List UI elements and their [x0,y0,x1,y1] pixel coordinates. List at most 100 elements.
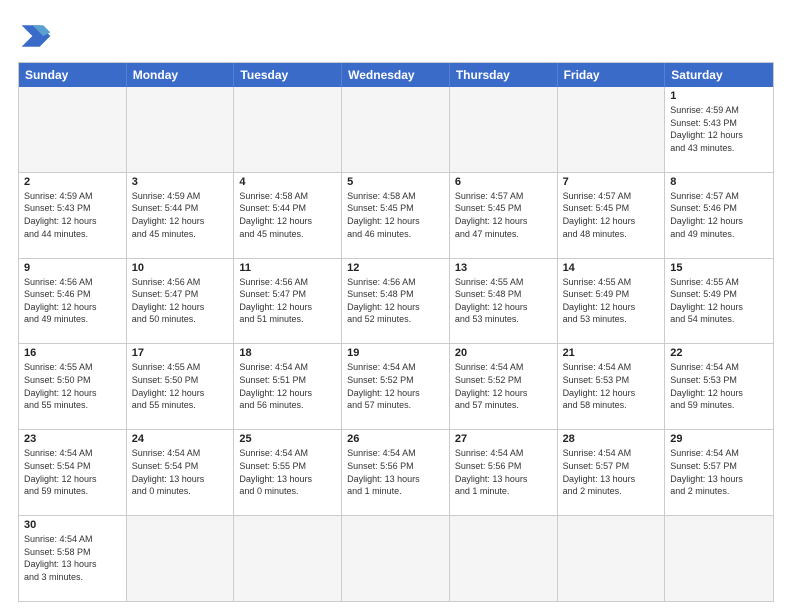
header-day-monday: Monday [127,63,235,87]
day-number: 7 [563,176,660,188]
day-info: Sunrise: 4:55 AM Sunset: 5:50 PM Dayligh… [24,361,121,411]
header-day-wednesday: Wednesday [342,63,450,87]
day-number: 29 [670,433,768,445]
calendar-week-3: 9Sunrise: 4:56 AM Sunset: 5:46 PM Daylig… [19,258,773,344]
empty-cell [234,516,342,601]
day-cell-20: 20 Sunrise: 4:54 AM Sunset: 5:52 PM Dayli… [450,344,558,429]
day-number: 3 [132,176,229,188]
day-info: Sunrise: 4:59 AM Sunset: 5:43 PM Dayligh… [24,190,121,240]
empty-cell [450,87,558,172]
day-info: Sunrise: 4:55 AM Sunset: 5:48 PM Dayligh… [455,276,552,326]
day-cell-1: 1 Sunrise: 4:59 AM Sunset: 5:43 PM Daylig… [665,87,773,172]
day-number: 11 [239,262,336,274]
day-info: Sunrise: 4:54 AM Sunset: 5:52 PM Dayligh… [347,361,444,411]
header-day-tuesday: Tuesday [234,63,342,87]
day-info: Sunrise: 4:54 AM Sunset: 5:57 PM Dayligh… [670,447,768,497]
calendar-week-1: 1 Sunrise: 4:59 AM Sunset: 5:43 PM Daylig… [19,87,773,172]
day-info: Sunrise: 4:59 AM Sunset: 5:44 PM Dayligh… [132,190,229,240]
day-cell-16: 16 Sunrise: 4:55 AM Sunset: 5:50 PM Dayli… [19,344,127,429]
empty-cell [127,87,235,172]
day-cell-2: 2 Sunrise: 4:59 AM Sunset: 5:43 PM Daylig… [19,173,127,258]
day-cell-22: 22Sunrise: 4:54 AM Sunset: 5:53 PM Dayli… [665,344,773,429]
day-number: 21 [563,347,660,359]
header-day-friday: Friday [558,63,666,87]
day-cell-30: 30Sunrise: 4:54 AM Sunset: 5:58 PM Dayli… [19,516,127,601]
day-number: 18 [239,347,336,359]
day-info: Sunrise: 4:56 AM Sunset: 5:47 PM Dayligh… [132,276,229,326]
day-number: 24 [132,433,229,445]
day-number: 6 [455,176,552,188]
calendar-week-4: 16 Sunrise: 4:55 AM Sunset: 5:50 PM Dayli… [19,343,773,429]
logo-icon [18,18,54,54]
day-info: Sunrise: 4:54 AM Sunset: 5:55 PM Dayligh… [239,447,336,497]
header-day-sunday: Sunday [19,63,127,87]
calendar-body: 1 Sunrise: 4:59 AM Sunset: 5:43 PM Daylig… [19,87,773,601]
empty-cell [450,516,558,601]
day-number: 23 [24,433,121,445]
day-number: 1 [670,90,768,102]
day-info: Sunrise: 4:55 AM Sunset: 5:50 PM Dayligh… [132,361,229,411]
day-info: Sunrise: 4:54 AM Sunset: 5:56 PM Dayligh… [455,447,552,497]
day-info: Sunrise: 4:55 AM Sunset: 5:49 PM Dayligh… [670,276,768,326]
day-number: 13 [455,262,552,274]
day-number: 14 [563,262,660,274]
day-cell-18: 18 Sunrise: 4:54 AM Sunset: 5:51 PM Dayli… [234,344,342,429]
header [18,18,774,54]
day-info: Sunrise: 4:54 AM Sunset: 5:54 PM Dayligh… [132,447,229,497]
day-info: Sunrise: 4:56 AM Sunset: 5:46 PM Dayligh… [24,276,121,326]
day-info: Sunrise: 4:57 AM Sunset: 5:46 PM Dayligh… [670,190,768,240]
day-number: 20 [455,347,552,359]
day-info: Sunrise: 4:54 AM Sunset: 5:53 PM Dayligh… [563,361,660,411]
day-number: 12 [347,262,444,274]
day-number: 16 [24,347,121,359]
day-info: Sunrise: 4:55 AM Sunset: 5:49 PM Dayligh… [563,276,660,326]
day-cell-25: 25 Sunrise: 4:54 AM Sunset: 5:55 PM Dayli… [234,430,342,515]
header-day-thursday: Thursday [450,63,558,87]
empty-cell [665,516,773,601]
day-number: 25 [239,433,336,445]
day-cell-17: 17 Sunrise: 4:55 AM Sunset: 5:50 PM Dayli… [127,344,235,429]
page: SundayMondayTuesdayWednesdayThursdayFrid… [0,0,792,612]
day-cell-24: 24 Sunrise: 4:54 AM Sunset: 5:54 PM Dayli… [127,430,235,515]
day-info: Sunrise: 4:54 AM Sunset: 5:56 PM Dayligh… [347,447,444,497]
day-number: 2 [24,176,121,188]
day-cell-13: 13 Sunrise: 4:55 AM Sunset: 5:48 PM Dayli… [450,259,558,344]
day-info: Sunrise: 4:54 AM Sunset: 5:52 PM Dayligh… [455,361,552,411]
day-number: 17 [132,347,229,359]
day-number: 22 [670,347,768,359]
day-cell-5: 5Sunrise: 4:58 AM Sunset: 5:45 PM Daylig… [342,173,450,258]
day-number: 15 [670,262,768,274]
day-info: Sunrise: 4:54 AM Sunset: 5:51 PM Dayligh… [239,361,336,411]
day-cell-28: 28 Sunrise: 4:54 AM Sunset: 5:57 PM Dayli… [558,430,666,515]
day-number: 27 [455,433,552,445]
calendar-week-2: 2 Sunrise: 4:59 AM Sunset: 5:43 PM Daylig… [19,172,773,258]
empty-cell [234,87,342,172]
day-number: 4 [239,176,336,188]
day-info: Sunrise: 4:56 AM Sunset: 5:47 PM Dayligh… [239,276,336,326]
day-cell-3: 3 Sunrise: 4:59 AM Sunset: 5:44 PM Daylig… [127,173,235,258]
empty-cell [127,516,235,601]
day-number: 28 [563,433,660,445]
calendar-header: SundayMondayTuesdayWednesdayThursdayFrid… [19,63,773,87]
day-info: Sunrise: 4:57 AM Sunset: 5:45 PM Dayligh… [455,190,552,240]
day-cell-6: 6 Sunrise: 4:57 AM Sunset: 5:45 PM Daylig… [450,173,558,258]
day-info: Sunrise: 4:59 AM Sunset: 5:43 PM Dayligh… [670,104,768,154]
day-cell-10: 10 Sunrise: 4:56 AM Sunset: 5:47 PM Dayli… [127,259,235,344]
empty-cell [342,87,450,172]
day-info: Sunrise: 4:58 AM Sunset: 5:44 PM Dayligh… [239,190,336,240]
calendar: SundayMondayTuesdayWednesdayThursdayFrid… [18,62,774,602]
header-day-saturday: Saturday [665,63,773,87]
day-info: Sunrise: 4:57 AM Sunset: 5:45 PM Dayligh… [563,190,660,240]
calendar-week-6: 30Sunrise: 4:54 AM Sunset: 5:58 PM Dayli… [19,515,773,601]
day-cell-23: 23Sunrise: 4:54 AM Sunset: 5:54 PM Dayli… [19,430,127,515]
day-number: 26 [347,433,444,445]
day-cell-9: 9Sunrise: 4:56 AM Sunset: 5:46 PM Daylig… [19,259,127,344]
empty-cell [558,87,666,172]
day-cell-11: 11 Sunrise: 4:56 AM Sunset: 5:47 PM Dayli… [234,259,342,344]
day-number: 10 [132,262,229,274]
calendar-week-5: 23 Sunrise: 4:54 AM Sunset: 5:54 PM Dayli… [19,429,773,515]
day-cell-27: 27 Sunrise: 4:54 AM Sunset: 5:56 PM Dayli… [450,430,558,515]
day-cell-7: 7 Sunrise: 4:57 AM Sunset: 5:45 PM Daylig… [558,173,666,258]
day-cell-19: 19Sunrise: 4:54 AM Sunset: 5:52 PM Dayli… [342,344,450,429]
day-info: Sunrise: 4:54 AM Sunset: 5:57 PM Dayligh… [563,447,660,497]
